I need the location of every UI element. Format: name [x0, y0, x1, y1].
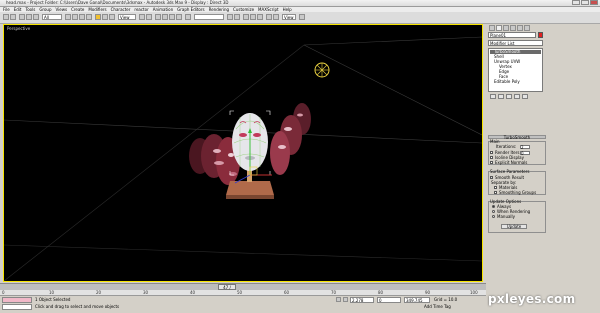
pivot-center-icon[interactable]: [139, 14, 145, 20]
display-tab-icon[interactable]: [517, 25, 523, 31]
hierarchy-tab-icon[interactable]: [503, 25, 509, 31]
main-toolbar: All View View: [0, 12, 600, 24]
modifier-list-dropdown[interactable]: Modifier List: [488, 40, 543, 46]
maxscript-listener-output[interactable]: [2, 304, 32, 310]
viewport-scene: [4, 36, 482, 281]
command-panel: Plane01 Modifier List TurboSmooth Shell …: [486, 24, 600, 282]
create-tab-icon[interactable]: [489, 25, 495, 31]
explicit-normals-label: Explicit Normals: [495, 160, 528, 165]
surface-parameters-label: Surface Parameters: [490, 169, 530, 174]
mask-copies-right: [270, 103, 311, 175]
always-radio[interactable]: [492, 205, 495, 208]
add-time-tag[interactable]: Add Time Tag: [424, 304, 451, 310]
named-selection-field[interactable]: [194, 14, 224, 20]
region-select-icon[interactable]: [79, 14, 85, 20]
absolute-mode-icon[interactable]: [343, 297, 348, 302]
selection-filter-dropdown[interactable]: All: [42, 14, 62, 20]
link-icon[interactable]: [19, 14, 25, 20]
snaps-toggle-icon[interactable]: [155, 14, 161, 20]
render-type-dropdown[interactable]: View: [282, 14, 296, 20]
reference-coord-dropdown[interactable]: View: [118, 14, 136, 20]
smoothing-groups-label: Smoothing Groups: [499, 190, 537, 195]
percent-snap-icon[interactable]: [169, 14, 175, 20]
redo-icon[interactable]: [10, 14, 16, 20]
smooth-result-checkbox[interactable]: [490, 176, 493, 179]
render-iters-checkbox[interactable]: [490, 151, 493, 154]
tick-label: 10: [49, 290, 55, 295]
mirror-icon[interactable]: [227, 14, 233, 20]
stack-item-editable-poly[interactable]: Editable Poly: [494, 80, 520, 84]
pin-stack-icon[interactable]: [490, 94, 496, 99]
select-and-rotate-icon[interactable]: [102, 14, 108, 20]
tick-label: 50: [237, 290, 243, 295]
render-setup-icon[interactable]: [273, 14, 279, 20]
angle-snap-icon[interactable]: [162, 14, 168, 20]
modifier-stack: TurboSmooth Shell Unwrap UVW Vertex Edge…: [488, 48, 543, 92]
curve-editor-icon[interactable]: [250, 14, 256, 20]
tick-label: 20: [96, 290, 102, 295]
utilities-tab-icon[interactable]: [524, 25, 530, 31]
unlink-icon[interactable]: [26, 14, 32, 20]
maximize-button[interactable]: [581, 0, 589, 5]
close-button[interactable]: [590, 0, 598, 5]
perspective-viewport[interactable]: Perspective: [3, 24, 483, 282]
lock-selection-icon[interactable]: [336, 297, 341, 302]
update-button[interactable]: Update: [501, 224, 527, 229]
iterations-label: Iterations:: [496, 144, 517, 149]
when-rendering-radio[interactable]: [492, 210, 495, 213]
bind-space-warp-icon[interactable]: [33, 14, 39, 20]
motion-tab-icon[interactable]: [510, 25, 516, 31]
select-by-name-icon[interactable]: [72, 14, 78, 20]
title-bar: head.max - Project Folder: C:\Users\Dave…: [0, 0, 600, 7]
tick-label: 40: [190, 290, 196, 295]
iterations-spinner[interactable]: 2: [520, 145, 530, 150]
edit-named-selections-icon[interactable]: [185, 14, 191, 20]
undo-icon[interactable]: [3, 14, 9, 20]
object-color-swatch[interactable]: [538, 32, 543, 38]
z-coordinate-field[interactable]: 349.745: [404, 297, 430, 303]
y-coordinate-field[interactable]: 0: [377, 297, 401, 303]
object-name-field[interactable]: Plane01: [488, 32, 536, 38]
material-editor-icon[interactable]: [266, 14, 272, 20]
select-and-move-icon[interactable]: [95, 14, 101, 20]
maxscript-listener-mini[interactable]: [2, 297, 32, 303]
manually-radio[interactable]: [492, 215, 495, 218]
align-icon[interactable]: [234, 14, 240, 20]
x-coordinate-field[interactable]: 2.278: [350, 297, 374, 303]
window-crossing-icon[interactable]: [86, 14, 92, 20]
make-unique-icon[interactable]: [506, 94, 512, 99]
show-end-result-icon[interactable]: [498, 94, 504, 99]
explicit-normals-checkbox[interactable]: [490, 161, 493, 164]
layer-manager-icon[interactable]: [243, 14, 249, 20]
select-and-scale-icon[interactable]: [109, 14, 115, 20]
tick-label: 100: [470, 290, 478, 295]
window-title: head.max - Project Folder: C:\Users\Dave…: [6, 0, 229, 5]
minimize-button[interactable]: [572, 0, 580, 5]
quick-render-icon[interactable]: [299, 14, 305, 20]
watermark: pxleyes.com: [488, 292, 576, 306]
grid-size: Grid = 10.0: [434, 297, 458, 302]
spinner-snap-icon[interactable]: [176, 14, 182, 20]
schematic-view-icon[interactable]: [257, 14, 263, 20]
manually-label: Manually: [497, 214, 516, 219]
select-object-icon[interactable]: [65, 14, 71, 20]
tick-label: 90: [425, 290, 431, 295]
tick-label: 60: [284, 290, 290, 295]
tick-label: 30: [143, 290, 149, 295]
modify-tab-icon[interactable]: [496, 25, 502, 31]
tick-label: 70: [331, 290, 337, 295]
light-gizmo[interactable]: [314, 62, 330, 78]
configure-sets-icon[interactable]: [522, 94, 528, 99]
time-slider[interactable]: 47 / 100: [0, 283, 486, 295]
tick-label: 80: [378, 290, 384, 295]
viewport-label[interactable]: Perspective: [7, 26, 30, 31]
isoline-display-checkbox[interactable]: [490, 156, 493, 159]
smoothing-groups-checkbox[interactable]: [494, 191, 497, 194]
materials-checkbox[interactable]: [494, 186, 497, 189]
prompt-line: Click and drag to select and move object…: [35, 304, 120, 309]
remove-modifier-icon[interactable]: [514, 94, 520, 99]
selection-status: 1 Object Selected: [35, 297, 71, 302]
tick-label: 0: [2, 290, 5, 295]
manipulate-icon[interactable]: [146, 14, 152, 20]
